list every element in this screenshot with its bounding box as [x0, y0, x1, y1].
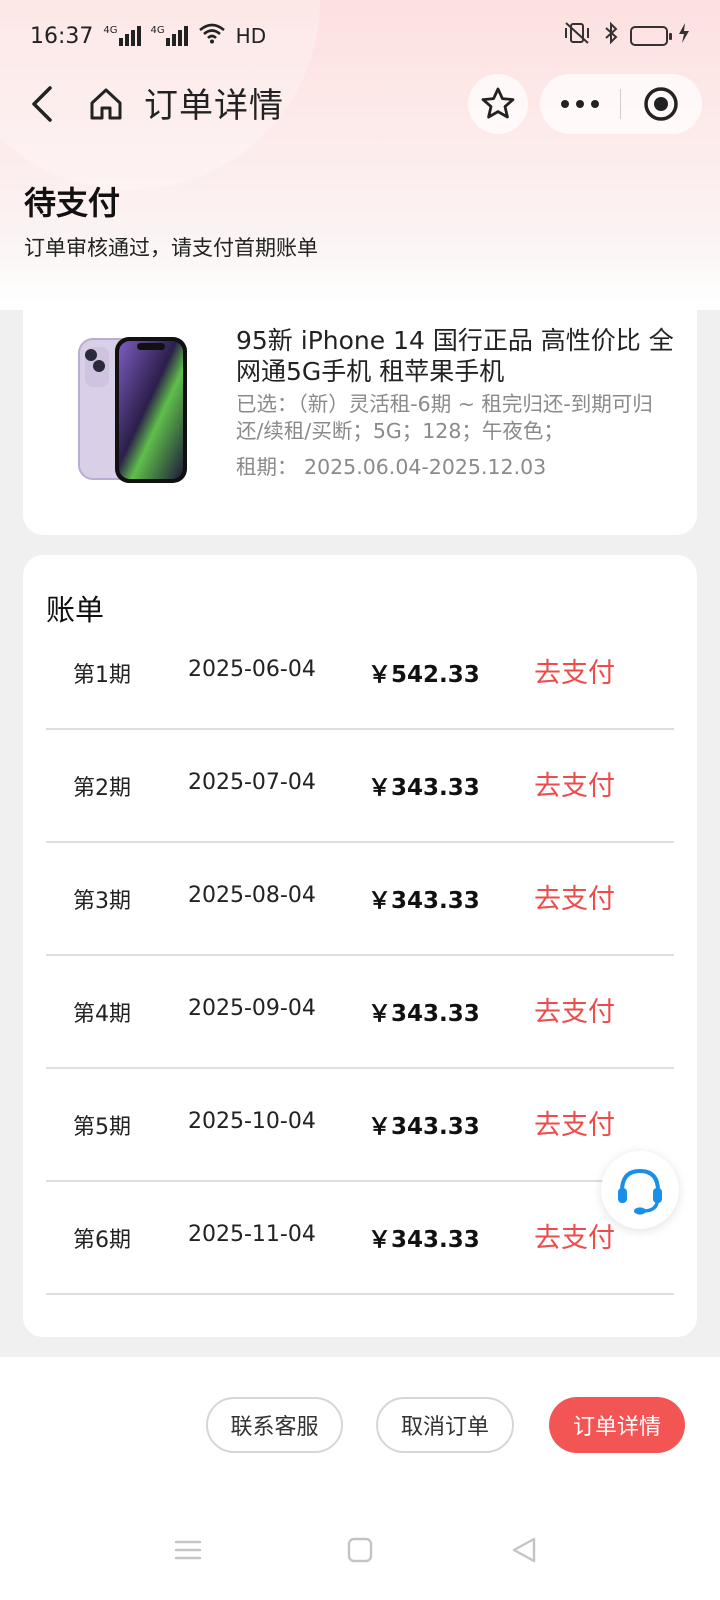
nav-bar: 订单详情	[0, 72, 720, 136]
close-circle-icon	[644, 87, 678, 121]
bill-period: 第1期	[73, 663, 131, 688]
home-button[interactable]	[86, 82, 126, 126]
product-spec: 已选：（新）灵活租-6期 ~ 租完归还-到期可归还/续租/买断；5G；128；午…	[236, 391, 676, 445]
bill-period: 第4期	[73, 1002, 131, 1027]
hd-label: HD	[235, 24, 267, 48]
bill-amount: ￥343.33	[368, 1107, 480, 1141]
pay-button[interactable]: 去支付	[534, 1216, 615, 1255]
pay-button[interactable]: 去支付	[534, 990, 615, 1029]
bill-period: 第6期	[73, 1228, 131, 1253]
close-button[interactable]	[621, 74, 701, 134]
page-title: 订单详情	[144, 86, 284, 126]
currency-symbol: ￥	[368, 1001, 391, 1027]
headset-icon	[618, 1168, 662, 1215]
signal-icon-2: 4G	[151, 26, 188, 46]
currency-symbol: ￥	[368, 1114, 391, 1140]
home-system-button[interactable]	[340, 1530, 380, 1570]
amount-value: 542.33	[391, 662, 480, 688]
bill-date: 2025-09-04	[188, 996, 316, 1021]
status-time: 16:37	[30, 23, 94, 49]
network-type-2: 4G	[150, 25, 165, 36]
order-status-desc: 订单审核通过，请支付首期账单	[24, 236, 318, 260]
spec-value: （新）灵活租-6期 ~ 租完归还-到期可归还/续租/买断；5G；128；午夜色；	[236, 392, 653, 443]
spec-label: 已选：	[236, 392, 298, 416]
bill-date: 2025-11-04	[188, 1222, 316, 1247]
currency-symbol: ￥	[368, 775, 391, 801]
back-system-button[interactable]	[504, 1530, 544, 1570]
product-title: 95新 iPhone 14 国行正品 高性价比 全网通5G手机 租苹果手机	[236, 326, 674, 386]
period-label: 租期：	[236, 455, 298, 479]
battery-icon	[630, 26, 672, 46]
triangle-back-icon	[512, 1537, 536, 1563]
order-detail-button[interactable]: 订单详情	[549, 1397, 685, 1453]
bill-amount: ￥343.33	[368, 1220, 480, 1254]
rental-period: 租期： 2025.06.04-2025.12.03	[236, 454, 676, 481]
customer-service-button[interactable]	[601, 1151, 679, 1229]
network-type-1: 4G	[103, 25, 118, 36]
pay-button[interactable]: 去支付	[534, 651, 615, 690]
bill-row: 第1期 2025-06-04 ￥542.33 去支付	[46, 617, 674, 730]
bill-date: 2025-08-04	[188, 883, 316, 908]
wifi-icon	[198, 22, 226, 50]
currency-symbol: ￥	[368, 662, 391, 688]
bluetooth-icon	[602, 21, 620, 51]
vibrate-icon	[562, 21, 592, 51]
amount-value: 343.33	[391, 1114, 480, 1140]
home-icon	[90, 88, 122, 120]
currency-symbol: ￥	[368, 1227, 391, 1253]
bill-row: 第4期 2025-09-04 ￥343.33 去支付	[46, 956, 674, 1069]
amount-value: 343.33	[391, 1001, 480, 1027]
bill-amount: ￥542.33	[368, 655, 480, 689]
bill-period: 第5期	[73, 1115, 131, 1140]
period-value: 2025.06.04-2025.12.03	[304, 455, 547, 479]
menu-icon	[174, 1540, 202, 1560]
bill-period: 第3期	[73, 889, 131, 914]
bill-row: 第5期 2025-10-04 ￥343.33 去支付	[46, 1069, 674, 1182]
square-icon	[347, 1537, 373, 1563]
bill-amount: ￥343.33	[368, 994, 480, 1028]
favorite-button[interactable]	[468, 74, 528, 134]
mini-program-capsule	[540, 74, 702, 134]
bill-date: 2025-06-04	[188, 657, 316, 682]
amount-value: 343.33	[391, 1227, 480, 1253]
bill-list: 第1期 2025-06-04 ￥542.33 去支付 第2期 2025-07-0…	[46, 617, 674, 1295]
status-bar: 16:37 4G 4G HD	[0, 0, 720, 72]
product-card[interactable]: 95新 iPhone 14 国行正品 高性价比 全网通5G手机 租苹果手机 已选…	[23, 305, 697, 535]
charging-icon	[678, 23, 690, 49]
bill-date: 2025-10-04	[188, 1109, 316, 1134]
pay-button[interactable]: 去支付	[534, 1103, 615, 1142]
back-button[interactable]	[22, 82, 62, 126]
system-nav-bar	[0, 1530, 720, 1580]
contact-service-button[interactable]: 联系客服	[206, 1397, 343, 1453]
bill-row: 第2期 2025-07-04 ￥343.33 去支付	[46, 730, 674, 843]
bill-amount: ￥343.33	[368, 768, 480, 802]
bill-date: 2025-07-04	[188, 770, 316, 795]
signal-icon: 4G	[103, 25, 141, 46]
product-image	[75, 327, 205, 487]
cancel-order-button[interactable]: 取消订单	[376, 1397, 514, 1453]
currency-symbol: ￥	[368, 888, 391, 914]
recent-apps-button[interactable]	[168, 1530, 208, 1570]
bill-card: 账单 第1期 2025-06-04 ￥542.33 去支付 第2期 2025-0…	[23, 555, 697, 1337]
pay-button[interactable]: 去支付	[534, 877, 615, 916]
amount-value: 343.33	[391, 888, 480, 914]
bill-amount: ￥343.33	[368, 881, 480, 915]
pay-button[interactable]: 去支付	[534, 764, 615, 803]
back-icon	[32, 86, 52, 122]
more-button[interactable]	[540, 74, 620, 134]
amount-value: 343.33	[391, 775, 480, 801]
bill-row: 第6期 2025-11-04 ￥343.33 去支付	[46, 1182, 674, 1295]
more-icon	[561, 100, 599, 108]
bill-row: 第3期 2025-08-04 ￥343.33 去支付	[46, 843, 674, 956]
bill-period: 第2期	[73, 776, 131, 801]
star-icon	[481, 87, 515, 119]
order-status-title: 待支付	[24, 184, 121, 222]
